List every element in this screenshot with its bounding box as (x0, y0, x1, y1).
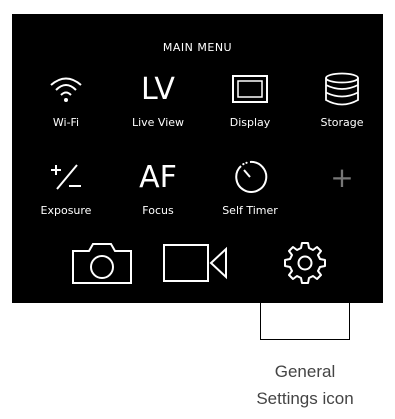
lv-icon: LV (141, 71, 175, 107)
video-mode-button[interactable] (162, 234, 232, 292)
menu-title: MAIN MENU (162, 41, 233, 54)
menu-item-live-view[interactable]: LV Live View (118, 66, 198, 138)
menu-item-label: Exposure (40, 204, 92, 217)
self-timer-icon (210, 154, 290, 200)
callout-label: General Settings icon (230, 358, 380, 412)
callout-line-1: General (274, 362, 336, 381)
af-icon: AF (139, 159, 177, 195)
menu-item-display[interactable]: Display (210, 66, 290, 138)
menu-item-self-timer[interactable]: Self Timer (210, 154, 290, 226)
storage-icon (302, 66, 382, 112)
menu-item-label: Focus (142, 204, 174, 217)
video-camera-icon (162, 243, 232, 283)
camera-mode-button[interactable] (67, 234, 137, 292)
menu-item-add[interactable]: + (302, 154, 382, 226)
callout-line-2: Settings icon (256, 389, 354, 408)
display-icon (210, 66, 290, 112)
camera-icon (71, 241, 133, 285)
menu-item-label: Live View (131, 116, 185, 129)
menu-item-exposure[interactable]: Exposure (26, 154, 106, 226)
menu-item-label: Wi-Fi (52, 116, 80, 129)
menu-item-label: Display (229, 116, 271, 129)
callout-highlight-box (260, 232, 350, 340)
menu-item-storage[interactable]: Storage (302, 66, 382, 138)
menu-item-focus[interactable]: AF Focus (118, 154, 198, 226)
menu-item-wifi[interactable]: Wi-Fi (26, 66, 106, 138)
menu-item-label: Storage (320, 116, 364, 129)
wifi-icon (26, 66, 106, 112)
menu-item-label: Self Timer (222, 204, 278, 217)
exposure-icon (26, 154, 106, 200)
plus-icon: + (330, 160, 354, 194)
